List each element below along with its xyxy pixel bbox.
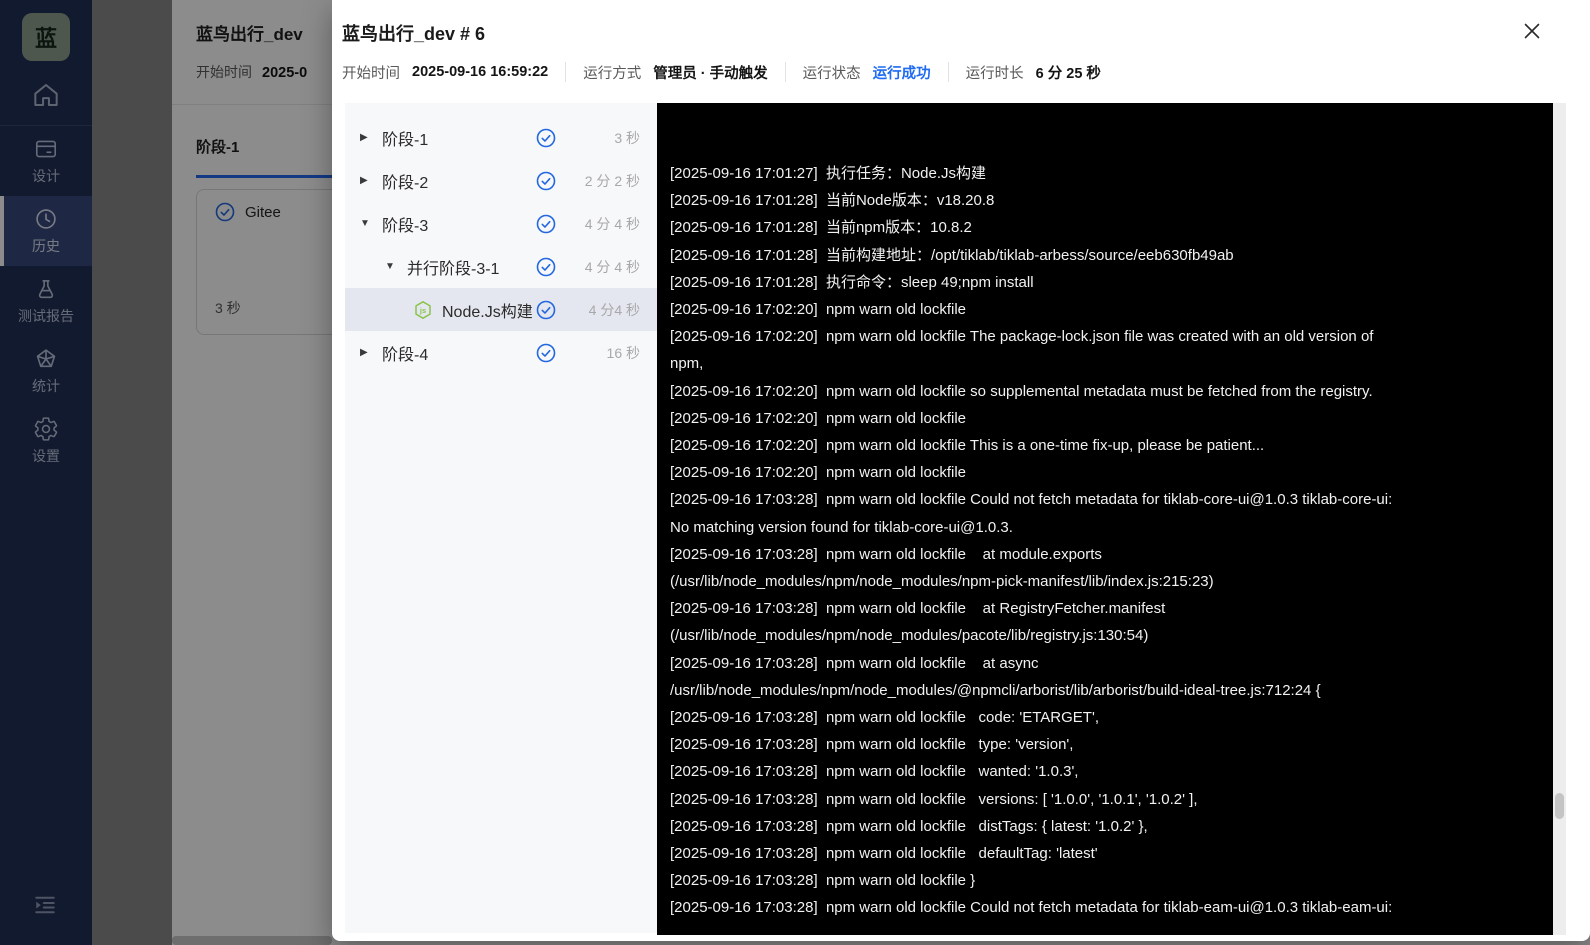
console-log-line: [2025-09-16 17:03:28] npm warn old lockf… <box>670 872 976 890</box>
console-log-line: [2025-09-16 17:03:28] npm warn old lockf… <box>670 763 1079 781</box>
console-log-line: /usr/lib/node_modules/npm/node_modules/@… <box>670 681 1321 699</box>
console-log-line: [2025-09-16 17:02:20] npm warn old lockf… <box>670 409 967 427</box>
success-check-icon <box>536 128 556 147</box>
info-label: 开始时间 <box>342 65 400 82</box>
console-log-line: [2025-09-16 17:01:28] 当前Node版本：v18.20.8 <box>670 192 995 210</box>
stage-label: 阶段-4 <box>382 346 429 364</box>
stage-duration: 2 分 2 秒 <box>584 172 640 189</box>
console-log-line: [2025-09-16 17:03:28] npm warn old lockf… <box>670 491 1393 509</box>
console-log-line: [2025-09-16 17:02:20] npm warn old lockf… <box>670 382 1373 400</box>
stage-label: 阶段-2 <box>382 174 429 192</box>
console-log-line: [2025-09-16 17:03:28] npm warn old lockf… <box>670 817 1148 835</box>
nodejs-icon: js <box>415 300 431 319</box>
console-log-line: [2025-09-16 17:02:20] npm warn old lockf… <box>670 464 967 482</box>
caret-icon[interactable]: ▶ <box>360 132 382 143</box>
stage-label: 阶段-1 <box>382 131 429 149</box>
console-log-line: [2025-09-16 17:03:28] npm warn old lockf… <box>670 899 1393 917</box>
console-log-line: [2025-09-16 17:02:20] npm warn old lockf… <box>670 437 1265 455</box>
info-run-status: 运行状态 运行成功 <box>784 62 948 82</box>
console-log-line: No matching version found for tiklab-cor… <box>670 518 1013 536</box>
info-run-duration: 运行时长 6 分 25 秒 <box>947 62 1118 82</box>
console-log-line: [2025-09-16 17:03:28] npm warn old lockf… <box>670 790 1198 808</box>
console-log-line: [2025-09-16 17:03:28] npm warn old lockf… <box>670 845 1098 863</box>
console-scrollbar-thumb[interactable] <box>1555 793 1564 819</box>
stage-duration: 16 秒 <box>606 344 640 361</box>
caret-icon[interactable]: ▶ <box>360 347 382 358</box>
svg-text:js: js <box>419 306 426 315</box>
info-label: 运行时长 <box>965 65 1024 82</box>
console-log-line: [2025-09-16 17:01:27] 执行任务：Node.Js构建 <box>670 165 986 182</box>
info-start-time: 开始时间 2025-09-16 16:59:22 <box>342 62 565 82</box>
caret-icon[interactable]: ▶ <box>360 175 382 186</box>
console-log-line: [2025-09-16 17:02:20] npm warn old lockf… <box>670 301 967 319</box>
console-log-line: [2025-09-16 17:03:28] npm warn old lockf… <box>670 600 1166 618</box>
info-run-mode: 运行方式 管理员 · 手动触发 <box>565 62 784 82</box>
success-check-icon <box>536 300 556 319</box>
console-log-line: [2025-09-16 17:01:28] 当前构建地址：/opt/tiklab… <box>670 246 1234 264</box>
console-scrollbar[interactable] <box>1553 103 1566 935</box>
console-log-line: [2025-09-16 17:01:28] 执行命令：sleep 49;npm … <box>670 273 1034 291</box>
caret-icon[interactable]: ▼ <box>385 261 407 272</box>
success-check-icon <box>536 214 556 233</box>
build-log-console[interactable]: [2025-09-16 17:01:27] 执行任务：Node.Js构建 [20… <box>657 103 1553 935</box>
task-duration: 4 分4 秒 <box>588 301 640 318</box>
run-info-row: 开始时间 2025-09-16 16:59:22 运行方式 管理员 · 手动触发… <box>342 59 1118 85</box>
stage-label: 并行阶段-3-1 <box>407 260 500 278</box>
close-button[interactable] <box>1518 17 1546 45</box>
console-log-line: [2025-09-16 17:03:28] npm warn old lockf… <box>670 736 1074 754</box>
stage-tree-panel: ▶ 阶段-1 3 秒 ▶ 阶段-2 2 分 2 秒 ▼ 阶段-3 4 分 4 秒… <box>345 103 657 933</box>
console-log-line: npm, <box>670 355 704 373</box>
console-log-line: [2025-09-16 17:03:28] npm warn old lockf… <box>670 654 1039 672</box>
info-value: 管理员 · 手动触发 <box>653 65 768 82</box>
task-row-nodejs-build[interactable]: js Node.Js构建 4 分4 秒 <box>345 288 657 331</box>
info-value: 6 分 25 秒 <box>1035 65 1101 82</box>
console-log-line: [2025-09-16 17:03:28] npm warn old lockf… <box>670 709 1100 727</box>
console-log-line: [2025-09-16 17:02:20] npm warn old lockf… <box>670 328 1374 346</box>
stage-row-1[interactable]: ▶ 阶段-1 3 秒 <box>345 116 657 159</box>
stage-row-4[interactable]: ▶ 阶段-4 16 秒 <box>345 331 657 374</box>
close-icon <box>1524 23 1540 39</box>
info-label: 运行方式 <box>583 65 642 82</box>
run-detail-modal: 蓝鸟出行_dev # 6 开始时间 2025-09-16 16:59:22 运行… <box>332 0 1590 941</box>
success-check-icon <box>536 257 556 276</box>
success-check-icon <box>536 343 556 362</box>
caret-icon[interactable]: ▼ <box>360 218 382 229</box>
stage-duration: 4 分 4 秒 <box>584 258 640 275</box>
success-check-icon <box>536 171 556 190</box>
console-log-line: [2025-09-16 17:03:28] npm warn old lockf… <box>670 545 1102 563</box>
run-status-value: 运行成功 <box>872 65 931 82</box>
console-log-line: [2025-09-16 17:01:28] 当前npm版本：10.8.2 <box>670 219 972 237</box>
stage-row-3[interactable]: ▼ 阶段-3 4 分 4 秒 <box>345 202 657 245</box>
info-value: 2025-09-16 16:59:22 <box>412 64 549 80</box>
console-log-line: (/usr/lib/node_modules/npm/node_modules/… <box>670 573 1214 591</box>
info-label: 运行状态 <box>802 65 861 82</box>
console-log-line: (/usr/lib/node_modules/npm/node_modules/… <box>670 627 1149 645</box>
stage-duration: 4 分 4 秒 <box>584 215 640 232</box>
stage-label: 阶段-3 <box>382 217 429 235</box>
stage-row-2[interactable]: ▶ 阶段-2 2 分 2 秒 <box>345 159 657 202</box>
stage-row-parallel-3-1[interactable]: ▼ 并行阶段-3-1 4 分 4 秒 <box>345 245 657 288</box>
run-title: 蓝鸟出行_dev # 6 <box>342 24 486 44</box>
stage-duration: 3 秒 <box>614 129 640 146</box>
task-label: Node.Js构建 <box>442 303 533 321</box>
